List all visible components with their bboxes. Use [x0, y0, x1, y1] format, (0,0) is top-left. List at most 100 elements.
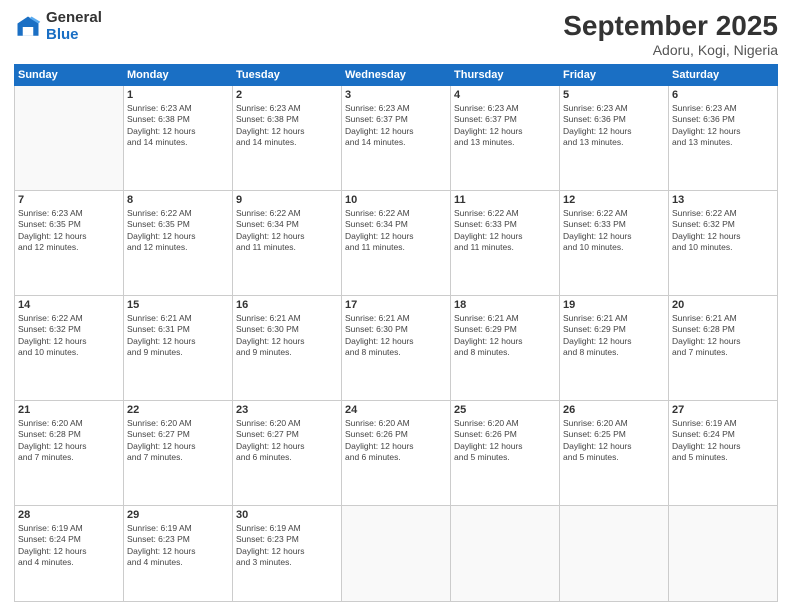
day-info: Sunrise: 6:23 AM Sunset: 6:37 PM Dayligh… — [454, 103, 556, 149]
day-number: 23 — [236, 404, 338, 416]
day-number: 21 — [18, 404, 120, 416]
day-info: Sunrise: 6:22 AM Sunset: 6:34 PM Dayligh… — [236, 208, 338, 254]
day-number: 5 — [563, 89, 665, 101]
col-header-friday: Friday — [560, 65, 669, 86]
day-info: Sunrise: 6:20 AM Sunset: 6:26 PM Dayligh… — [454, 418, 556, 464]
col-header-thursday: Thursday — [451, 65, 560, 86]
day-number: 7 — [18, 194, 120, 206]
day-info: Sunrise: 6:22 AM Sunset: 6:34 PM Dayligh… — [345, 208, 447, 254]
day-info: Sunrise: 6:21 AM Sunset: 6:29 PM Dayligh… — [563, 313, 665, 359]
calendar-cell: 9Sunrise: 6:22 AM Sunset: 6:34 PM Daylig… — [233, 190, 342, 295]
day-number: 17 — [345, 299, 447, 311]
day-info: Sunrise: 6:22 AM Sunset: 6:33 PM Dayligh… — [563, 208, 665, 254]
calendar-cell: 22 Sunrise: 6:20 AM Sunset: 6:27 PM Dayli… — [124, 400, 233, 505]
month-title: September 2025 — [563, 10, 778, 42]
day-number: 14 — [18, 299, 120, 311]
day-number: 20 — [672, 299, 774, 311]
calendar-cell: 7 Sunrise: 6:23 AM Sunset: 6:35 PM Daylig… — [15, 190, 124, 295]
calendar-cell — [560, 505, 669, 601]
location: Adoru, Kogi, Nigeria — [563, 42, 778, 58]
calendar-cell: 28 Sunrise: 6:19 AM Sunset: 6:24 PM Dayli… — [15, 505, 124, 601]
day-number: 28 — [18, 509, 120, 521]
col-header-monday: Monday — [124, 65, 233, 86]
calendar-cell: 26 Sunrise: 6:20 AM Sunset: 6:25 PM Dayli… — [560, 400, 669, 505]
header: General Blue September 2025 Adoru, Kogi,… — [14, 10, 778, 58]
calendar-cell — [342, 505, 451, 601]
calendar-week-row: 1 Sunrise: 6:23 AM Sunset: 6:38 PM Daylig… — [15, 86, 778, 191]
calendar-cell: 30 Sunrise: 6:19 AM Sunset: 6:23 PM Dayli… — [233, 505, 342, 601]
day-number: 18 — [454, 299, 556, 311]
col-header-saturday: Saturday — [669, 65, 778, 86]
day-info: Sunrise: 6:19 AM Sunset: 6:23 PM Dayligh… — [127, 523, 229, 569]
day-number: 1 — [127, 89, 229, 101]
day-info: Sunrise: 6:23 AM Sunset: 6:36 PM Dayligh… — [672, 103, 774, 149]
day-number: 26 — [563, 404, 665, 416]
calendar-cell: 11 Sunrise: 6:22 AM Sunset: 6:33 PM Dayli… — [451, 190, 560, 295]
day-info: Sunrise: 6:19 AM Sunset: 6:24 PM Dayligh… — [18, 523, 120, 569]
day-info: Sunrise: 6:21 AM Sunset: 6:30 PM Dayligh… — [236, 313, 338, 359]
calendar-cell: 4 Sunrise: 6:23 AM Sunset: 6:37 PM Daylig… — [451, 86, 560, 191]
calendar-cell: 13 Sunrise: 6:22 AM Sunset: 6:32 PM Dayli… — [669, 190, 778, 295]
day-info: Sunrise: 6:21 AM Sunset: 6:30 PM Dayligh… — [345, 313, 447, 359]
day-info: Sunrise: 6:23 AM Sunset: 6:38 PM Dayligh… — [127, 103, 229, 149]
calendar-cell — [451, 505, 560, 601]
day-info: Sunrise: 6:20 AM Sunset: 6:27 PM Dayligh… — [127, 418, 229, 464]
calendar-cell: 8 Sunrise: 6:22 AM Sunset: 6:35 PM Daylig… — [124, 190, 233, 295]
day-number: 19 — [563, 299, 665, 311]
calendar-cell — [669, 505, 778, 601]
day-number: 12 — [563, 194, 665, 206]
page: General Blue September 2025 Adoru, Kogi,… — [0, 0, 792, 612]
day-info: Sunrise: 6:19 AM Sunset: 6:23 PM Dayligh… — [236, 523, 338, 569]
day-info: Sunrise: 6:20 AM Sunset: 6:25 PM Dayligh… — [563, 418, 665, 464]
day-info: Sunrise: 6:20 AM Sunset: 6:26 PM Dayligh… — [345, 418, 447, 464]
title-block: September 2025 Adoru, Kogi, Nigeria — [563, 10, 778, 58]
col-header-tuesday: Tuesday — [233, 65, 342, 86]
calendar-cell — [15, 86, 124, 191]
calendar-cell: 24Sunrise: 6:20 AM Sunset: 6:26 PM Dayli… — [342, 400, 451, 505]
calendar-cell: 6Sunrise: 6:23 AM Sunset: 6:36 PM Daylig… — [669, 86, 778, 191]
day-number: 25 — [454, 404, 556, 416]
logo-blue: Blue — [46, 27, 102, 44]
calendar-cell: 15 Sunrise: 6:21 AM Sunset: 6:31 PM Dayli… — [124, 295, 233, 400]
calendar-cell: 16 Sunrise: 6:21 AM Sunset: 6:30 PM Dayli… — [233, 295, 342, 400]
day-number: 11 — [454, 194, 556, 206]
calendar-cell: 18 Sunrise: 6:21 AM Sunset: 6:29 PM Dayli… — [451, 295, 560, 400]
calendar-header-row: SundayMondayTuesdayWednesdayThursdayFrid… — [15, 65, 778, 86]
calendar-cell: 10Sunrise: 6:22 AM Sunset: 6:34 PM Dayli… — [342, 190, 451, 295]
day-number: 13 — [672, 194, 774, 206]
day-number: 30 — [236, 509, 338, 521]
calendar-cell: 5Sunrise: 6:23 AM Sunset: 6:36 PM Daylig… — [560, 86, 669, 191]
day-info: Sunrise: 6:20 AM Sunset: 6:28 PM Dayligh… — [18, 418, 120, 464]
calendar-cell: 19 Sunrise: 6:21 AM Sunset: 6:29 PM Dayli… — [560, 295, 669, 400]
day-info: Sunrise: 6:21 AM Sunset: 6:31 PM Dayligh… — [127, 313, 229, 359]
day-info: Sunrise: 6:22 AM Sunset: 6:33 PM Dayligh… — [454, 208, 556, 254]
day-number: 3 — [345, 89, 447, 101]
day-number: 22 — [127, 404, 229, 416]
calendar-week-row: 7 Sunrise: 6:23 AM Sunset: 6:35 PM Daylig… — [15, 190, 778, 295]
day-number: 15 — [127, 299, 229, 311]
day-info: Sunrise: 6:22 AM Sunset: 6:35 PM Dayligh… — [127, 208, 229, 254]
calendar-cell: 2Sunrise: 6:23 AM Sunset: 6:38 PM Daylig… — [233, 86, 342, 191]
day-number: 8 — [127, 194, 229, 206]
logo-icon — [14, 13, 42, 41]
calendar-week-row: 14 Sunrise: 6:22 AM Sunset: 6:32 PM Dayli… — [15, 295, 778, 400]
day-info: Sunrise: 6:19 AM Sunset: 6:24 PM Dayligh… — [672, 418, 774, 464]
calendar-cell: 12 Sunrise: 6:22 AM Sunset: 6:33 PM Dayli… — [560, 190, 669, 295]
day-number: 29 — [127, 509, 229, 521]
logo: General Blue — [14, 10, 102, 43]
day-info: Sunrise: 6:22 AM Sunset: 6:32 PM Dayligh… — [18, 313, 120, 359]
day-info: Sunrise: 6:23 AM Sunset: 6:35 PM Dayligh… — [18, 208, 120, 254]
calendar-week-row: 28 Sunrise: 6:19 AM Sunset: 6:24 PM Dayli… — [15, 505, 778, 601]
day-number: 4 — [454, 89, 556, 101]
day-info: Sunrise: 6:20 AM Sunset: 6:27 PM Dayligh… — [236, 418, 338, 464]
day-info: Sunrise: 6:23 AM Sunset: 6:37 PM Dayligh… — [345, 103, 447, 149]
logo-general: General — [46, 10, 102, 27]
day-number: 2 — [236, 89, 338, 101]
col-header-sunday: Sunday — [15, 65, 124, 86]
day-number: 16 — [236, 299, 338, 311]
calendar-cell: 20Sunrise: 6:21 AM Sunset: 6:28 PM Dayli… — [669, 295, 778, 400]
calendar-cell: 21 Sunrise: 6:20 AM Sunset: 6:28 PM Dayli… — [15, 400, 124, 505]
day-info: Sunrise: 6:22 AM Sunset: 6:32 PM Dayligh… — [672, 208, 774, 254]
day-info: Sunrise: 6:21 AM Sunset: 6:29 PM Dayligh… — [454, 313, 556, 359]
calendar-cell: 29 Sunrise: 6:19 AM Sunset: 6:23 PM Dayli… — [124, 505, 233, 601]
